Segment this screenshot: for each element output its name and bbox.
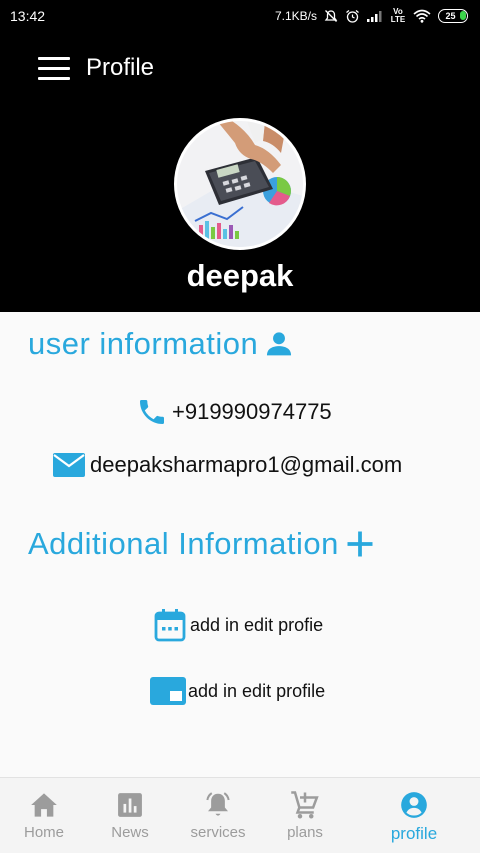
additional-information-heading: Additional Information bbox=[28, 526, 375, 562]
volte-label: Vo LTE bbox=[390, 7, 406, 24]
status-icons: 7.1KB/s Vo LTE 25 bbox=[275, 8, 468, 24]
email-icon bbox=[53, 453, 85, 477]
email-address: deepaksharmapro1@gmail.com bbox=[90, 452, 403, 477]
page-title: Profile bbox=[86, 54, 155, 81]
nav-home-label: Home bbox=[23, 824, 64, 841]
plus-icon[interactable] bbox=[345, 529, 375, 559]
calendar-icon bbox=[154, 609, 186, 642]
profile-content: user information +919990974775 deepaksha… bbox=[0, 312, 480, 777]
user-information-heading: user information bbox=[28, 326, 296, 362]
nav-news-label: News bbox=[111, 824, 149, 841]
additional-information-title: Additional Information bbox=[28, 526, 339, 561]
phone-icon bbox=[140, 400, 164, 424]
user-information-title: user information bbox=[28, 326, 259, 361]
nav-home[interactable]: Home bbox=[4, 790, 84, 841]
bell-icon bbox=[206, 792, 230, 816]
additional-item-2-label: add in edit profile bbox=[188, 680, 326, 701]
battery-icon: 25 bbox=[438, 9, 468, 23]
person-icon bbox=[267, 332, 292, 356]
chart-icon bbox=[118, 793, 142, 817]
phone-row[interactable]: +919990974775 bbox=[136, 396, 332, 428]
battery-level: 25 bbox=[445, 11, 456, 21]
nav-profile-label: profile bbox=[390, 824, 438, 843]
alarm-icon bbox=[346, 9, 359, 23]
email-row[interactable]: deepaksharmapro1@gmail.com bbox=[52, 450, 402, 480]
nav-plans[interactable]: plans bbox=[265, 790, 345, 841]
phone-number: +919990974775 bbox=[172, 399, 332, 424]
mute-icon bbox=[324, 10, 338, 22]
nav-services[interactable]: services bbox=[178, 790, 258, 841]
cart-plus-icon bbox=[291, 791, 319, 819]
avatar[interactable] bbox=[174, 118, 306, 250]
profile-photo bbox=[177, 121, 303, 247]
profile-header: Profile deepak bbox=[0, 32, 480, 312]
username: deepak bbox=[186, 258, 294, 293]
status-time: 13:42 bbox=[10, 8, 46, 24]
additional-item-1-label: add in edit profie bbox=[190, 614, 324, 635]
nav-news[interactable]: News bbox=[90, 790, 170, 841]
nav-profile[interactable]: profile bbox=[374, 790, 454, 844]
bottom-navigation: Home News services plans profile bbox=[0, 777, 480, 853]
card-icon bbox=[150, 677, 186, 705]
account-circle-icon bbox=[401, 792, 427, 818]
wifi-icon bbox=[413, 9, 431, 23]
hamburger-menu-icon[interactable] bbox=[38, 57, 70, 83]
nav-services-label: services bbox=[190, 824, 246, 841]
signal-icon bbox=[367, 11, 382, 22]
network-speed: 7.1KB/s bbox=[274, 9, 317, 23]
nav-plans-label: plans bbox=[287, 824, 323, 841]
additional-item-1[interactable]: add in edit profie bbox=[154, 608, 323, 642]
home-icon bbox=[31, 793, 57, 817]
status-bar: 13:42 7.1KB/s Vo LTE 25 bbox=[0, 0, 480, 32]
additional-item-2[interactable]: add in edit profile bbox=[150, 676, 325, 706]
